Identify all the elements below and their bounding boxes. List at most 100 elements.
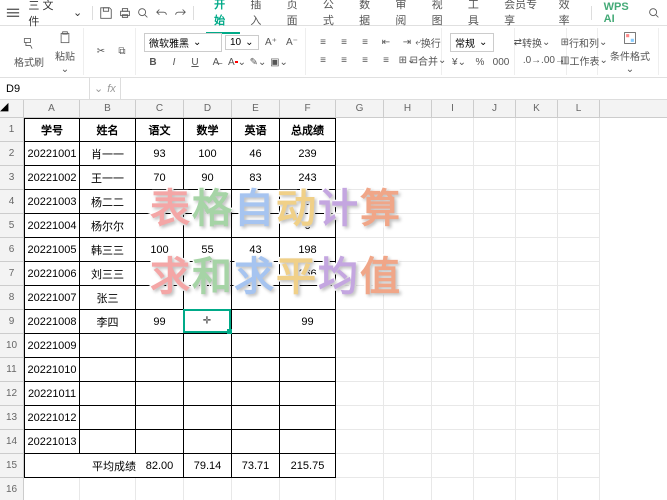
cell[interactable]: 99 xyxy=(280,310,336,334)
cell[interactable] xyxy=(558,358,600,382)
cell[interactable] xyxy=(136,430,184,454)
cell[interactable]: 20221006 xyxy=(24,262,80,286)
copy-icon[interactable]: ⧉ xyxy=(113,44,131,60)
cell[interactable] xyxy=(280,406,336,430)
row-header[interactable]: 11 xyxy=(0,358,24,382)
align-center-icon[interactable]: ≡ xyxy=(335,53,353,69)
cell[interactable] xyxy=(474,406,516,430)
cell[interactable] xyxy=(280,334,336,358)
cell[interactable] xyxy=(280,358,336,382)
cut-icon[interactable]: ✂ xyxy=(92,44,110,60)
wrap-button[interactable]: ⤶换行 xyxy=(419,35,437,51)
cell[interactable]: 55 xyxy=(184,238,232,262)
cell[interactable] xyxy=(232,214,280,238)
cell[interactable] xyxy=(474,430,516,454)
cell[interactable] xyxy=(432,214,474,238)
cond-format-button[interactable]: 条件格式⌄ xyxy=(606,27,654,77)
column-header[interactable]: J xyxy=(474,100,516,117)
spreadsheet-grid[interactable]: ◢ ABCDEFGHIJKL 1学号姓名语文数学英语总成绩220221001肖一… xyxy=(0,100,667,500)
cell[interactable]: 215.75 xyxy=(280,454,336,478)
undo-icon[interactable] xyxy=(154,5,168,21)
cell[interactable] xyxy=(184,310,232,334)
cell[interactable] xyxy=(80,430,136,454)
merge-button[interactable]: ⊟合并⌄ xyxy=(419,53,437,69)
cell[interactable] xyxy=(336,358,384,382)
cell[interactable] xyxy=(384,454,432,478)
cell[interactable] xyxy=(516,142,558,166)
cell[interactable] xyxy=(232,478,280,500)
name-box[interactable]: D9 xyxy=(0,78,90,99)
cell[interactable]: 平均成绩 xyxy=(24,454,136,478)
cell[interactable] xyxy=(558,214,600,238)
cell[interactable]: 243 xyxy=(280,166,336,190)
column-header[interactable]: A xyxy=(24,100,80,117)
cell[interactable] xyxy=(558,142,600,166)
cell[interactable] xyxy=(516,190,558,214)
cell[interactable] xyxy=(232,430,280,454)
italic-icon[interactable]: I xyxy=(165,54,183,70)
column-header[interactable]: I xyxy=(432,100,474,117)
cell[interactable]: 100 xyxy=(184,142,232,166)
cell[interactable]: 20221002 xyxy=(24,166,80,190)
cell[interactable]: 43 xyxy=(232,238,280,262)
cell[interactable]: 张三 xyxy=(80,286,136,310)
cell[interactable] xyxy=(558,406,600,430)
cell[interactable]: 语文 xyxy=(136,118,184,142)
cell[interactable] xyxy=(336,166,384,190)
cell[interactable] xyxy=(184,286,232,310)
cell[interactable] xyxy=(384,190,432,214)
cell[interactable]: 46 xyxy=(232,142,280,166)
cell[interactable] xyxy=(516,454,558,478)
cell[interactable] xyxy=(336,142,384,166)
cell[interactable] xyxy=(184,334,232,358)
cell[interactable] xyxy=(516,166,558,190)
cell[interactable]: 英语 xyxy=(232,118,280,142)
cell[interactable] xyxy=(384,142,432,166)
cell[interactable] xyxy=(516,238,558,262)
cell[interactable]: 20221005 xyxy=(24,238,80,262)
cell[interactable]: 239 xyxy=(280,142,336,166)
cell[interactable] xyxy=(558,382,600,406)
cell[interactable] xyxy=(432,454,474,478)
cell[interactable] xyxy=(384,382,432,406)
cell[interactable] xyxy=(184,358,232,382)
cell[interactable] xyxy=(432,262,474,286)
cell[interactable]: 总成绩 xyxy=(280,118,336,142)
cell[interactable] xyxy=(384,262,432,286)
cell[interactable] xyxy=(384,406,432,430)
cell[interactable]: 20221001 xyxy=(24,142,80,166)
cell[interactable]: 73.71 xyxy=(232,454,280,478)
cell[interactable] xyxy=(558,190,600,214)
cell[interactable] xyxy=(474,238,516,262)
row-header[interactable]: 2 xyxy=(0,142,24,166)
cell[interactable] xyxy=(474,382,516,406)
column-header[interactable]: F xyxy=(280,100,336,117)
rowcol-button[interactable]: ⊞ 行和列⌄ xyxy=(575,35,593,51)
cell[interactable] xyxy=(336,478,384,500)
cell[interactable] xyxy=(232,406,280,430)
row-header[interactable]: 3 xyxy=(0,166,24,190)
cell[interactable] xyxy=(516,358,558,382)
cell[interactable] xyxy=(336,310,384,334)
worksheet-button[interactable]: ▥ 工作表⌄ xyxy=(575,53,593,69)
cell[interactable] xyxy=(336,382,384,406)
cell[interactable] xyxy=(516,478,558,500)
cell[interactable]: 20221013 xyxy=(24,430,80,454)
cell[interactable] xyxy=(432,406,474,430)
cell[interactable] xyxy=(80,382,136,406)
cell[interactable] xyxy=(474,166,516,190)
search-icon[interactable] xyxy=(647,5,661,21)
cell[interactable] xyxy=(136,214,184,238)
cell[interactable] xyxy=(384,358,432,382)
file-dropdown[interactable]: ⌄ xyxy=(69,6,86,19)
cell[interactable] xyxy=(384,286,432,310)
cell[interactable] xyxy=(384,310,432,334)
cell[interactable]: 杨尔尔 xyxy=(80,214,136,238)
cell[interactable] xyxy=(184,478,232,500)
cell[interactable]: 20221008 xyxy=(24,310,80,334)
cell[interactable] xyxy=(432,142,474,166)
cell[interactable] xyxy=(558,262,600,286)
row-header[interactable]: 4 xyxy=(0,190,24,214)
align-right-icon[interactable]: ≡ xyxy=(356,53,374,69)
paste-button[interactable]: 粘贴⌄ xyxy=(51,27,79,77)
